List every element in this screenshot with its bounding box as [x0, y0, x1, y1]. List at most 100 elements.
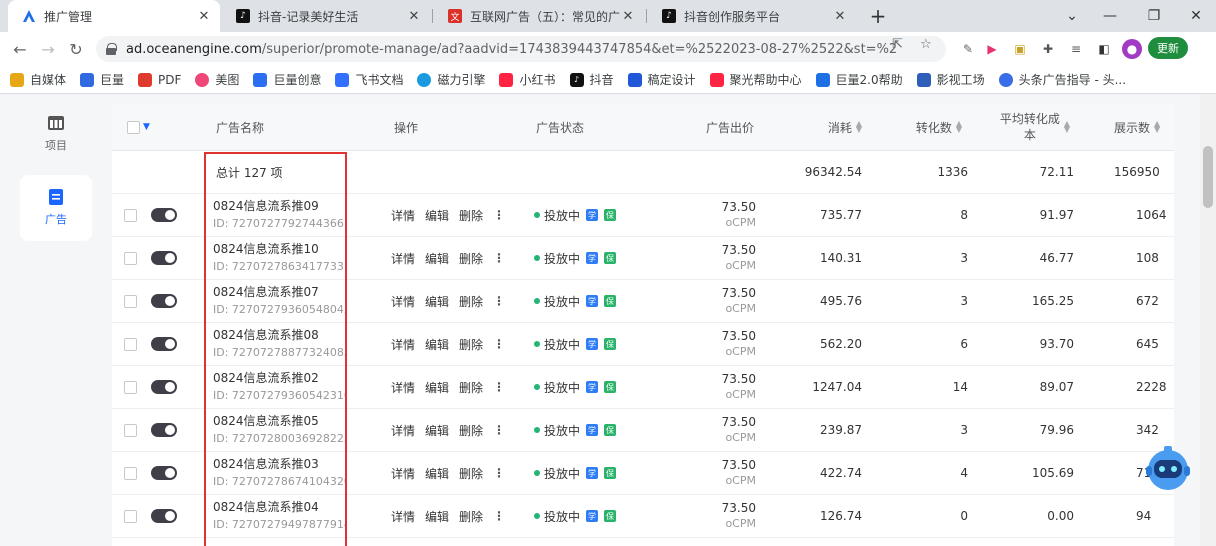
edit-button[interactable]: 编辑 [425, 336, 449, 353]
more-actions-icon[interactable]: ⋮ [493, 337, 505, 351]
delete-button[interactable]: 删除 [459, 293, 483, 310]
ad-name-link[interactable]: 0824信息流系推09 [213, 198, 347, 215]
nav-item-project[interactable]: 项目 [20, 101, 92, 167]
bookmark-item[interactable]: PDF [138, 72, 181, 87]
bookmark-item[interactable]: 聚光帮助中心 [709, 71, 802, 88]
scrollbar-thumb[interactable] [1203, 146, 1213, 208]
delete-button[interactable]: 删除 [459, 250, 483, 267]
detail-button[interactable]: 详情 [391, 293, 415, 310]
share-icon[interactable]: ⇱ [892, 37, 903, 52]
extension-play-icon[interactable]: ▶ [982, 39, 1002, 59]
close-icon[interactable]: ✕ [196, 9, 212, 24]
status-toggle[interactable] [151, 237, 177, 279]
profile-avatar-icon[interactable]: ● [1122, 39, 1142, 59]
status-toggle[interactable] [151, 194, 177, 236]
row-checkbox[interactable] [124, 323, 137, 365]
delete-button[interactable]: 删除 [459, 207, 483, 224]
ad-name-link[interactable]: 0824信息流系推02 [213, 370, 347, 387]
restore-button[interactable]: ❐ [1134, 0, 1174, 32]
edit-button[interactable]: 编辑 [425, 379, 449, 396]
bookmark-item[interactable]: 巨量2.0帮助 [815, 71, 903, 88]
close-icon[interactable]: ✕ [620, 9, 636, 24]
detail-button[interactable]: 详情 [391, 465, 415, 482]
assistant-robot-icon[interactable] [1140, 440, 1196, 496]
row-checkbox[interactable] [124, 366, 137, 408]
detail-button[interactable]: 详情 [391, 250, 415, 267]
row-checkbox[interactable] [124, 495, 137, 537]
edit-button[interactable]: 编辑 [425, 293, 449, 310]
select-all-checkbox[interactable]: ▼ [127, 103, 150, 151]
back-arrow-icon[interactable]: ← [8, 37, 32, 61]
ad-name-link[interactable]: 0824信息流系推04 [213, 499, 347, 516]
detail-button[interactable]: 详情 [391, 336, 415, 353]
more-actions-icon[interactable]: ⋮ [493, 208, 505, 222]
more-actions-icon[interactable]: ⋮ [493, 380, 505, 394]
edit-button[interactable]: 编辑 [425, 465, 449, 482]
col-conversions[interactable]: 转化数 ▲ ▼ [872, 103, 962, 151]
bookmark-star-icon[interactable]: ☆ [920, 37, 932, 52]
bookmark-item[interactable]: 磁力引擎 [417, 71, 485, 88]
status-toggle[interactable] [151, 366, 177, 408]
edit-button[interactable]: 编辑 [425, 508, 449, 525]
reload-icon[interactable]: ↻ [64, 37, 88, 61]
delete-button[interactable]: 删除 [459, 422, 483, 439]
bookmark-item[interactable]: 影视工场 [916, 71, 985, 88]
extensions-puzzle-icon[interactable]: ✚ [1038, 39, 1058, 59]
bookmark-item[interactable]: 飞书文档 [335, 71, 403, 88]
nav-item-ad[interactable]: 广告 [20, 175, 92, 241]
row-checkbox[interactable] [124, 237, 137, 279]
sidebar-panel-icon[interactable]: ◧ [1094, 39, 1114, 59]
bookmark-item[interactable]: 头条广告指导 - 头... [998, 71, 1126, 88]
delete-button[interactable]: 删除 [459, 336, 483, 353]
more-actions-icon[interactable]: ⋮ [493, 509, 505, 523]
ad-name-link[interactable]: 0824信息流系推03 [213, 456, 347, 473]
extension-pen-icon[interactable]: ✎ [958, 39, 978, 59]
delete-button[interactable]: 删除 [459, 508, 483, 525]
ad-name-link[interactable]: 0824信息流系推10 [213, 241, 347, 258]
close-icon[interactable]: ✕ [406, 9, 422, 24]
tab-promote-manage[interactable]: 推广管理 ✕ [8, 0, 220, 32]
media-queue-icon[interactable]: ≡ [1066, 39, 1086, 59]
status-toggle[interactable] [151, 452, 177, 494]
address-bar[interactable]: ad.oceanengine.com/superior/promote-mana… [96, 36, 946, 62]
more-actions-icon[interactable]: ⋮ [493, 423, 505, 437]
bookmark-item[interactable]: ♪ 抖音 [569, 71, 614, 88]
status-toggle[interactable] [151, 280, 177, 322]
bookmark-item[interactable]: 美图 [195, 71, 239, 88]
row-checkbox[interactable] [124, 452, 137, 494]
tab-internet-ad[interactable]: 文 互联网广告（五）：常见的广告计 ✕ [434, 0, 644, 32]
edit-button[interactable]: 编辑 [425, 422, 449, 439]
bookmark-item[interactable]: 自媒体 [10, 71, 66, 88]
delete-button[interactable]: 删除 [459, 379, 483, 396]
row-checkbox[interactable] [124, 280, 137, 322]
ad-name-link[interactable]: 0824信息流系推07 [213, 284, 347, 301]
ad-name-link[interactable]: 0824信息流系推05 [213, 413, 347, 430]
bookmark-item[interactable]: 稿定设计 [627, 71, 696, 88]
col-impressions[interactable]: 展示数 ▲ ▼ [1114, 103, 1160, 151]
close-icon[interactable]: ✕ [832, 9, 848, 24]
more-actions-icon[interactable]: ⋮ [493, 466, 505, 480]
detail-button[interactable]: 详情 [391, 508, 415, 525]
status-toggle[interactable] [151, 409, 177, 451]
tab-douyin-creator[interactable]: ♪ 抖音创作服务平台 ✕ [648, 0, 856, 32]
extension-image-icon[interactable]: ▣ [1010, 39, 1030, 59]
bookmark-item[interactable]: 小红书 [499, 71, 556, 88]
tab-douyin[interactable]: ♪ 抖音-记录美好生活 ✕ [222, 0, 430, 32]
window-close-button[interactable]: ✕ [1176, 0, 1216, 32]
row-checkbox[interactable] [124, 194, 137, 236]
minimize-button[interactable]: — [1090, 0, 1130, 32]
row-checkbox[interactable] [124, 409, 137, 451]
edit-button[interactable]: 编辑 [425, 207, 449, 224]
status-toggle[interactable] [151, 323, 177, 365]
chevron-down-icon[interactable]: ▼ [143, 122, 150, 132]
new-tab-button[interactable]: + [858, 0, 898, 32]
status-toggle[interactable] [151, 495, 177, 537]
detail-button[interactable]: 详情 [391, 207, 415, 224]
edit-button[interactable]: 编辑 [425, 250, 449, 267]
detail-button[interactable]: 详情 [391, 422, 415, 439]
col-cost[interactable]: 消耗 ▲ ▼ [772, 103, 862, 151]
more-actions-icon[interactable]: ⋮ [493, 294, 505, 308]
detail-button[interactable]: 详情 [391, 379, 415, 396]
ad-name-link[interactable]: 0824信息流系推08 [213, 327, 347, 344]
update-button[interactable]: 更新 [1148, 37, 1188, 59]
